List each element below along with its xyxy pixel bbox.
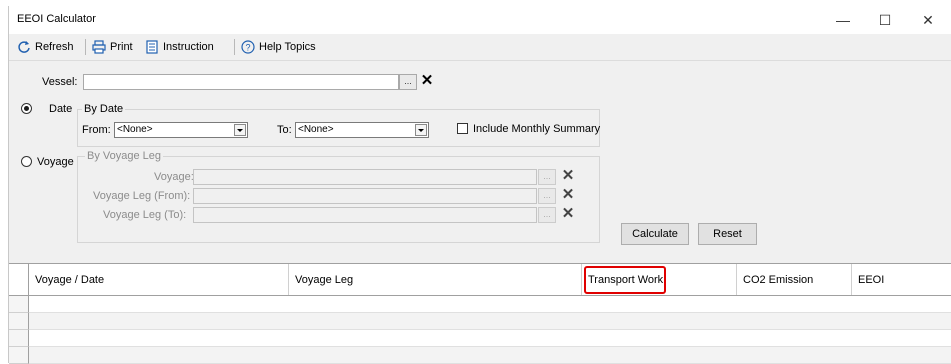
dropdown-arrow-icon[interactable] xyxy=(234,124,246,136)
document-icon xyxy=(146,40,158,54)
eeoi-calculator-window: EEOI Calculator — ☐ ✕ Refresh Print Inst… xyxy=(8,6,951,364)
to-date-value: <None> xyxy=(298,124,334,135)
vessel-browse-button[interactable]: ... xyxy=(399,74,417,90)
svg-text:?: ? xyxy=(245,43,250,53)
voyage-label: Voyage: xyxy=(154,171,194,183)
toolbar: Refresh Print Instruction ? Help Topics xyxy=(9,34,951,61)
vessel-label: Vessel: xyxy=(42,76,78,88)
table-row[interactable] xyxy=(29,296,951,313)
help-topics-label: Help Topics xyxy=(259,41,316,53)
voyage-leg-from-input[interactable] xyxy=(193,188,537,204)
from-date-select[interactable]: <None> xyxy=(114,122,248,138)
voyage-leg-from-browse-button[interactable]: ... xyxy=(538,188,556,204)
print-button[interactable]: Print xyxy=(92,39,133,55)
column-header-eeoi[interactable]: EEOI xyxy=(852,264,951,295)
results-grid: Voyage / Date Voyage Leg Transport Work … xyxy=(9,263,951,364)
maximize-button[interactable]: ☐ xyxy=(868,8,902,32)
voyage-radio[interactable] xyxy=(21,156,32,167)
reset-button[interactable]: Reset xyxy=(698,223,757,245)
voyage-browse-button[interactable]: ... xyxy=(538,169,556,185)
monthly-summary-label: Include Monthly Summary xyxy=(473,123,601,135)
instruction-button[interactable]: Instruction xyxy=(145,39,214,55)
toolbar-separator xyxy=(85,39,86,55)
dropdown-arrow-icon[interactable] xyxy=(415,124,427,136)
row-header[interactable] xyxy=(9,347,29,364)
table-row[interactable] xyxy=(29,313,951,330)
help-topics-button[interactable]: ? Help Topics xyxy=(241,39,316,55)
window-title: EEOI Calculator xyxy=(17,13,96,25)
by-date-group-title: By Date xyxy=(82,103,126,115)
close-button[interactable]: ✕ xyxy=(911,8,945,32)
column-header-co2-emission[interactable]: CO2 Emission xyxy=(737,264,852,295)
refresh-label: Refresh xyxy=(35,41,74,53)
voyage-leg-from-clear-icon[interactable]: ✕ xyxy=(560,187,576,203)
monthly-summary-checkbox[interactable] xyxy=(457,123,468,134)
voyage-radio-label: Voyage xyxy=(37,156,74,168)
table-row[interactable] xyxy=(29,347,951,364)
row-header[interactable] xyxy=(9,296,29,313)
minimize-button[interactable]: — xyxy=(826,8,860,32)
voyage-leg-to-browse-button[interactable]: ... xyxy=(538,207,556,223)
from-label: From: xyxy=(82,124,111,136)
print-label: Print xyxy=(110,41,133,53)
instruction-label: Instruction xyxy=(163,41,214,53)
row-header[interactable] xyxy=(9,330,29,347)
column-header-voyage-leg[interactable]: Voyage Leg xyxy=(289,264,582,295)
transport-work-highlight xyxy=(584,266,666,294)
refresh-icon xyxy=(18,41,30,53)
by-voyage-leg-group-title: By Voyage Leg xyxy=(85,150,164,162)
voyage-leg-to-input[interactable] xyxy=(193,207,537,223)
toolbar-separator xyxy=(234,39,235,55)
vessel-input[interactable] xyxy=(83,74,399,90)
voyage-leg-to-clear-icon[interactable]: ✕ xyxy=(560,206,576,222)
date-radio[interactable] xyxy=(21,103,32,114)
voyage-leg-from-label: Voyage Leg (From): xyxy=(93,190,191,202)
calculate-button[interactable]: Calculate xyxy=(621,223,689,245)
voyage-leg-to-label: Voyage Leg (To): xyxy=(103,209,187,221)
table-row[interactable] xyxy=(29,330,951,347)
row-header[interactable] xyxy=(9,313,29,330)
help-icon: ? xyxy=(241,40,255,54)
voyage-clear-icon[interactable]: ✕ xyxy=(560,168,576,184)
voyage-input[interactable] xyxy=(193,169,537,185)
printer-icon xyxy=(92,40,106,54)
date-radio-label: Date xyxy=(49,103,73,115)
vessel-clear-icon[interactable]: ✕ xyxy=(419,73,435,89)
refresh-button[interactable]: Refresh xyxy=(17,39,74,55)
grid-corner xyxy=(9,264,29,295)
column-header-voyage-date[interactable]: Voyage / Date xyxy=(29,264,289,295)
to-label: To: xyxy=(277,124,292,136)
title-bar: EEOI Calculator — ☐ ✕ xyxy=(9,6,951,34)
from-date-value: <None> xyxy=(117,124,153,135)
to-date-select[interactable]: <None> xyxy=(295,122,429,138)
